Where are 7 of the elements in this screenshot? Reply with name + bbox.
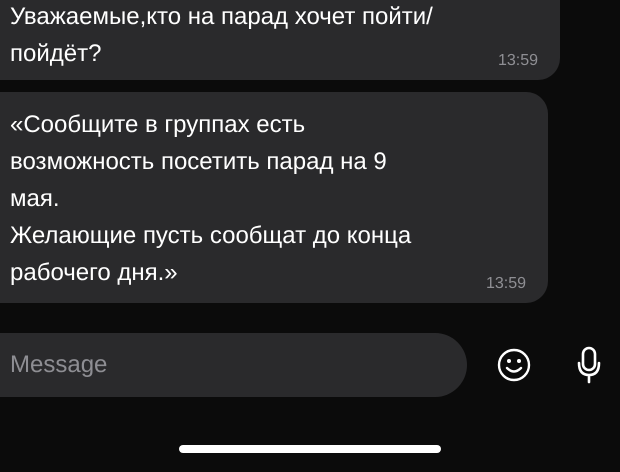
message-text: Уважаемые,кто на парад хочет пойти/ пойдёт? [10, 2, 434, 69]
message-time: 13:59 [498, 52, 538, 70]
emoji-icon[interactable] [497, 348, 531, 382]
microphone-icon[interactable] [576, 346, 602, 384]
message-text: «Сообщите в группах есть возможность посетить парад на 9 мая. Желающие пусть сообщат до конца рабочего дня.» [10, 110, 412, 288]
message-field[interactable]: Message [0, 333, 467, 397]
message-time: 13:59 [486, 275, 526, 293]
